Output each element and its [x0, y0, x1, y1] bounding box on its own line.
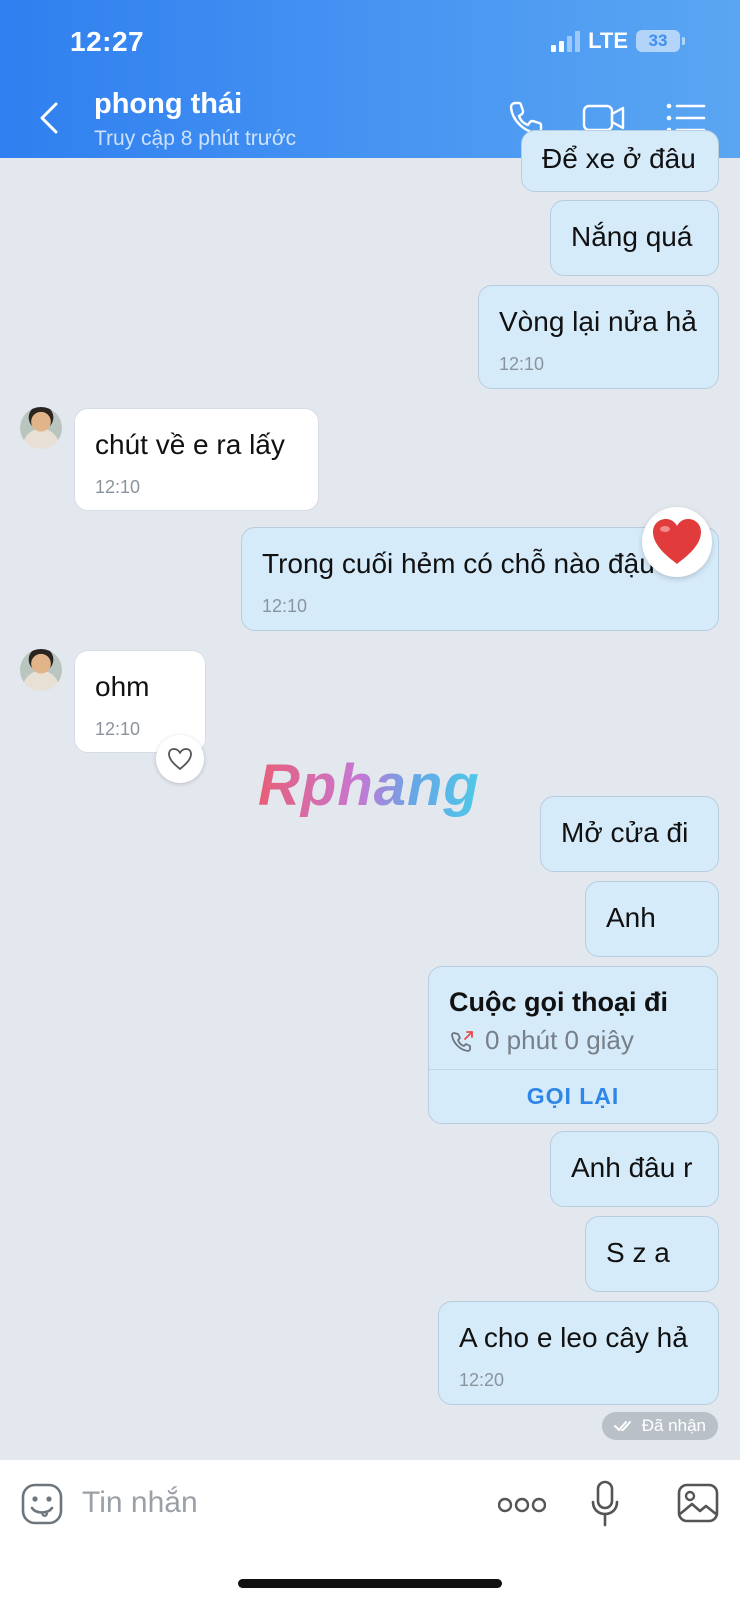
contact-last-seen: Truy cập 8 phút trước	[94, 127, 297, 150]
message-text: A cho e leo cây hả	[459, 1322, 688, 1353]
cellular-signal-icon	[551, 30, 581, 52]
message-text: Trong cuối hẻm có chỗ nào đậu k	[262, 548, 677, 579]
status-time: 12:27	[70, 26, 145, 57]
call-duration: 0 phút 0 giây	[485, 1025, 634, 1055]
message-text: Anh đâu r	[571, 1152, 693, 1183]
battery-level: 33	[648, 31, 668, 50]
message-bubble-outgoing[interactable]: Nắng quá	[550, 200, 719, 276]
message-text: ohm	[95, 671, 150, 702]
message-text: S z a	[606, 1237, 670, 1268]
message-bubble-outgoing[interactable]: Để xe ở đâu	[521, 130, 719, 192]
message-time: 12:10	[499, 354, 545, 374]
message-text: Vòng lại nửa hả	[499, 306, 697, 337]
message-input[interactable]: Tin nhắn	[82, 1486, 198, 1520]
image-icon[interactable]	[676, 1482, 720, 1524]
message-text: Anh	[606, 902, 656, 933]
react-heart-button[interactable]	[156, 735, 204, 783]
message-bubble-outgoing[interactable]: A cho e leo cây hả 12:20	[438, 1301, 719, 1405]
call-back-button[interactable]: GỌI LẠI	[429, 1069, 717, 1123]
double-check-icon	[613, 1421, 631, 1431]
back-chevron-icon[interactable]	[36, 100, 66, 136]
status-indicators: LTE 33	[551, 28, 685, 54]
message-time: 12:10	[262, 596, 308, 616]
message-time: 12:10	[95, 477, 141, 497]
message-bubble-outgoing[interactable]: Anh đâu r	[550, 1131, 719, 1207]
delivery-status-badge: Đã nhận	[601, 1412, 718, 1440]
microphone-icon[interactable]	[590, 1480, 620, 1528]
message-time: 12:20	[459, 1370, 505, 1390]
voice-call-card[interactable]: Cuộc gọi thoại đi 0 phút 0 giây GỌI LẠI	[428, 966, 718, 1124]
contact-name[interactable]: phong thái	[94, 88, 242, 121]
network-type: LTE	[588, 28, 628, 53]
heart-outline-icon	[168, 748, 192, 770]
message-text: Để xe ở đâu	[542, 143, 696, 174]
delivery-status-text: Đã nhận	[641, 1416, 706, 1435]
outgoing-call-icon	[451, 1031, 473, 1052]
heart-reaction[interactable]	[642, 507, 712, 577]
message-bubble-outgoing[interactable]: S z a	[585, 1216, 719, 1292]
call-title: Cuộc gọi thoại đi	[449, 987, 668, 1017]
battery-icon: 33	[636, 30, 685, 52]
watermark-logo: Rphang	[258, 753, 480, 818]
sticker-icon[interactable]	[20, 1482, 64, 1526]
message-text: chút về e ra lấy	[95, 429, 285, 460]
contact-avatar[interactable]	[20, 407, 62, 449]
more-icon[interactable]	[498, 1496, 546, 1514]
message-time: 12:10	[95, 719, 141, 739]
message-bubble-outgoing[interactable]: Vòng lại nửa hả 12:10	[478, 285, 719, 389]
home-indicator	[238, 1579, 502, 1588]
message-bubble-outgoing[interactable]: Mở cửa đi	[540, 796, 719, 872]
message-composer: Tin nhắn	[0, 1460, 740, 1600]
contact-avatar[interactable]	[20, 649, 62, 691]
message-bubble-outgoing[interactable]: Anh	[585, 881, 719, 957]
message-text: Nắng quá	[571, 221, 693, 252]
message-text: Mở cửa đi	[561, 817, 689, 848]
red-heart-icon	[653, 519, 701, 564]
message-bubble-incoming[interactable]: chút về e ra lấy 12:10	[74, 408, 319, 511]
